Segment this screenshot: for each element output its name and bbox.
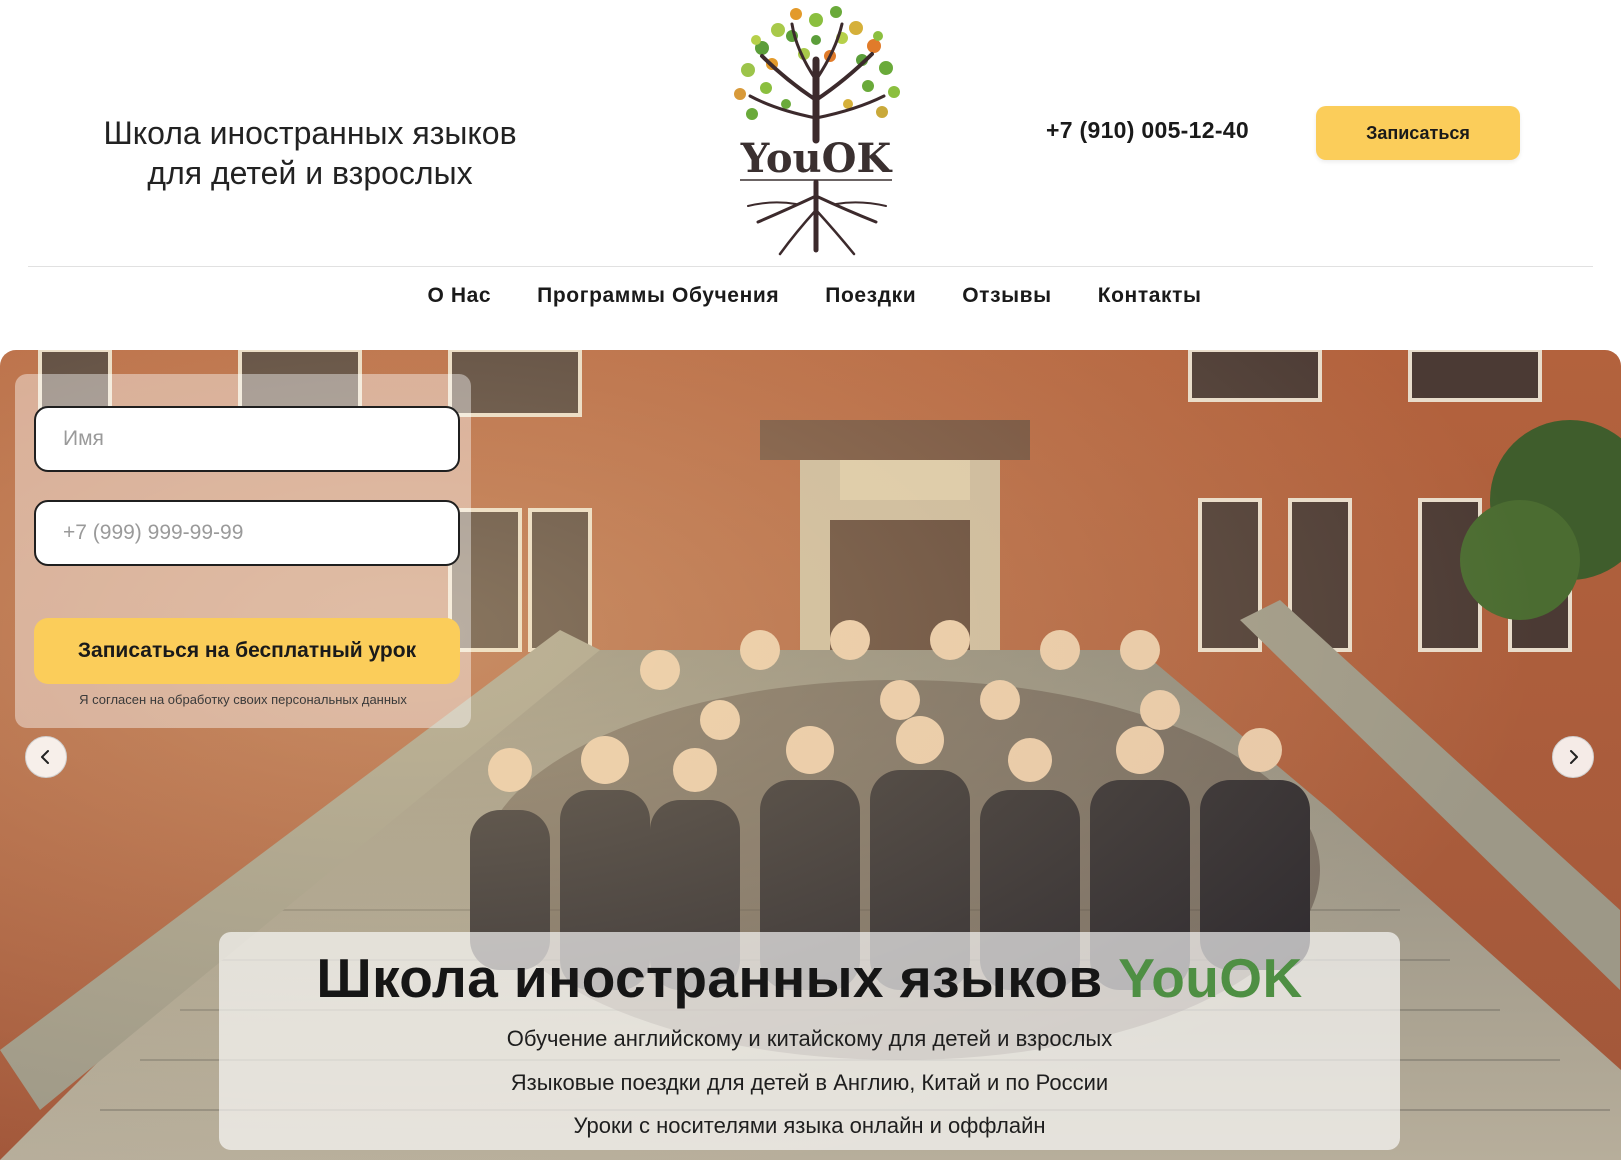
nav-item-about[interactable]: О Нас (427, 280, 491, 312)
phone-input[interactable] (34, 500, 460, 566)
name-input[interactable] (34, 406, 460, 472)
header-signup-button[interactable]: Записаться (1316, 106, 1520, 160)
nav-item-trips[interactable]: Поездки (825, 280, 916, 312)
nav-item-programs[interactable]: Программы Обучения (537, 280, 779, 312)
hero-title-brand: YouOK (1118, 947, 1303, 1009)
youok-logo[interactable]: YouOK (696, 0, 936, 266)
hero-line-2: Языковые поездки для детей в Англию, Кит… (510, 1070, 1109, 1095)
consent-text: Я согласен на обработку своих персональн… (79, 692, 407, 707)
tagline-line-1: Школа иностранных языков (103, 115, 517, 151)
free-lesson-submit-button[interactable]: Записаться на бесплатный урок (34, 618, 460, 684)
slider-next-button[interactable] (1552, 736, 1594, 778)
header-tagline: Школа иностранных языков для детей и взр… (60, 113, 560, 193)
hero-title: Школа иностранных языков YouOK (219, 948, 1400, 1008)
nav-item-contacts[interactable]: Контакты (1098, 280, 1202, 312)
slider-prev-button[interactable] (25, 736, 67, 778)
site-header: Школа иностранных языков для детей и взр… (0, 0, 1621, 268)
header-phone-link[interactable]: +7 (910) 005-12-40 (1046, 117, 1249, 144)
header-divider (28, 266, 1593, 267)
nav-item-reviews[interactable]: Отзывы (962, 280, 1051, 312)
logo-text: YouOK (740, 135, 893, 182)
chevron-left-icon (41, 750, 49, 764)
main-nav: О Нас Программы Обучения Поездки Отзывы … (0, 280, 1621, 312)
tagline-line-2: для детей и взрослых (147, 155, 473, 191)
hero-line-3: Уроки с носителями языка онлайн и оффлай… (573, 1113, 1046, 1138)
hero-line-1: Обучение английскому и китайскому для де… (506, 1026, 1113, 1051)
chevron-right-icon (1570, 750, 1578, 764)
hero-title-prefix: Школа иностранных языков (316, 947, 1119, 1009)
